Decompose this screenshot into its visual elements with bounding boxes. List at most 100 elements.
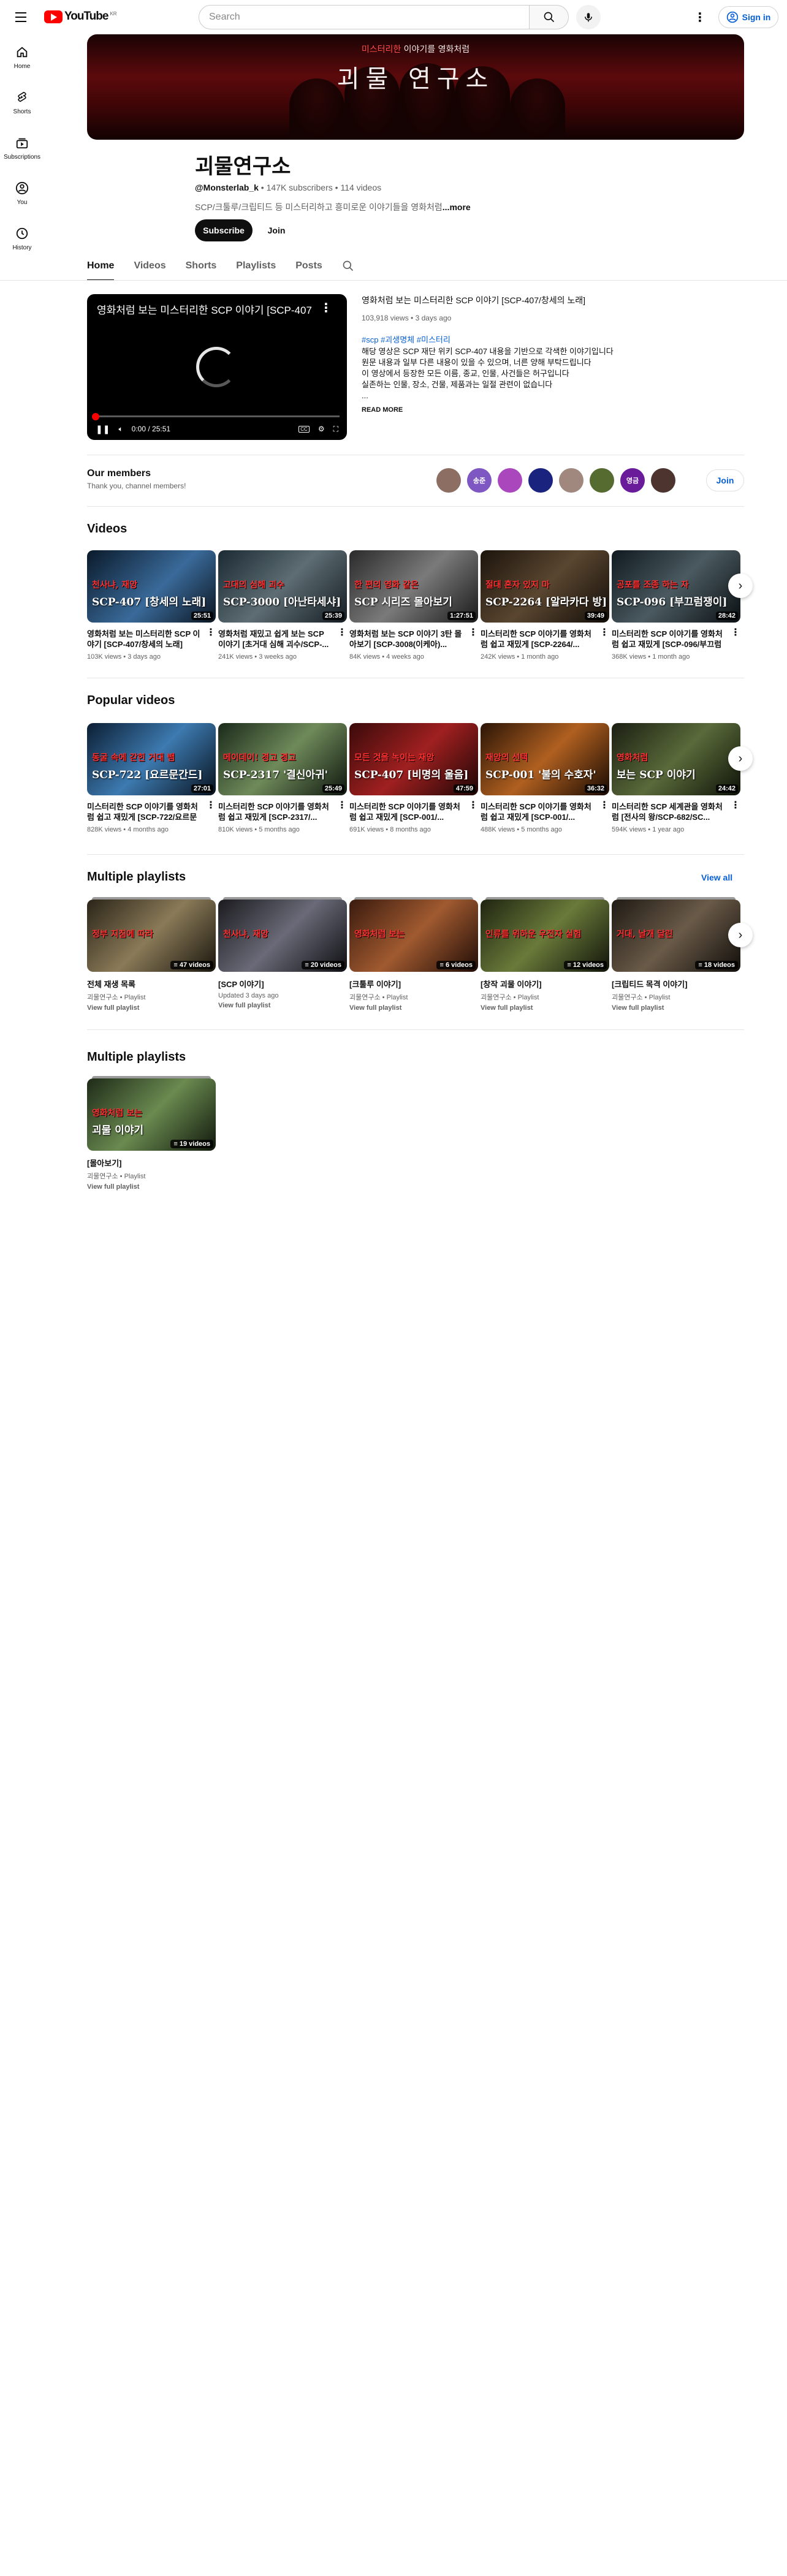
progress-bar[interactable]: [94, 415, 340, 417]
volume-icon[interactable]: 🔈︎: [118, 425, 123, 434]
video-thumbnail[interactable]: 모든 것을 녹이는 재앙 SCP-407 [비명의 울음] 47:59: [349, 723, 478, 795]
playlist-title[interactable]: 전체 재생 목록: [87, 978, 216, 990]
pause-icon[interactable]: ❚❚: [96, 424, 110, 434]
video-card[interactable]: 메이데이! 경고 경고 SCP-2317 '결신아귀' 25:49 미스터리한 SCP…: [218, 723, 347, 833]
member-avatar[interactable]: [436, 468, 461, 493]
tab-videos[interactable]: Videos: [134, 251, 165, 281]
video-thumbnail[interactable]: 절대 혼자 있지 마 SCP-2264 [알라카다 방] 39:49: [481, 550, 609, 623]
search-button[interactable]: [530, 5, 569, 29]
youtube-logo[interactable]: YouTube KR: [44, 10, 117, 23]
video-card[interactable]: 동굴 속에 갇힌 거대 뱀 SCP-722 [요르문간드] 27:01 미스터리한 S…: [87, 723, 216, 833]
next-arrow-icon[interactable]: ›: [728, 923, 753, 947]
video-title[interactable]: 미스터리한 SCP 이야기를 영화처럼 쉽고 재밌게 [SCP-001/...: [349, 801, 465, 822]
video-card[interactable]: 모든 것을 녹이는 재앙 SCP-407 [비명의 울음] 47:59 미스터리한 S…: [349, 723, 478, 833]
video-title[interactable]: 미스터리한 SCP 이야기를 영화처럼 쉽고 재밌게 [SCP-2317/...: [218, 801, 333, 822]
sign-in-button[interactable]: Sign in: [718, 6, 778, 28]
captions-icon[interactable]: CC: [298, 425, 310, 433]
settings-menu-button[interactable]: ⋮: [690, 7, 710, 27]
scrubber-handle[interactable]: [92, 413, 99, 420]
more-options-icon[interactable]: ⋮: [468, 799, 478, 811]
video-title[interactable]: 영화처럼 보는 SCP 이야기 3탄 몰아보기 [SCP-3008(이케아)..…: [349, 629, 465, 650]
menu-icon[interactable]: [12, 9, 29, 26]
playlist-thumbnail[interactable]: 천사냐, 재앙 ≡ 20 videos: [218, 897, 347, 972]
member-avatar[interactable]: [528, 468, 553, 493]
video-title[interactable]: 미스터리한 SCP 이야기를 영화처럼 쉽고 재밌게 [SCP-001/...: [481, 801, 596, 822]
video-thumbnail[interactable]: 메이데이! 경고 경고 SCP-2317 '결신아귀' 25:49: [218, 723, 347, 795]
guide-item-shorts[interactable]: Shorts: [0, 80, 44, 125]
join-button[interactable]: Join: [257, 219, 295, 241]
tab-posts[interactable]: Posts: [295, 251, 322, 281]
popular-shelf-title[interactable]: Popular videos: [87, 694, 175, 708]
video-thumbnail[interactable]: 재앙의 선택 SCP-001 '불의 수호자' 36:32: [481, 723, 609, 795]
more-options-icon[interactable]: ⋮: [337, 626, 347, 638]
member-avatar[interactable]: 송준: [467, 468, 492, 493]
playlist-title[interactable]: [크툴루 이야기]: [349, 978, 478, 990]
player-title[interactable]: 영화처럼 보는 미스터리한 SCP 이야기 [SCP-407/창세의 노래]: [97, 301, 311, 317]
more-options-icon[interactable]: ⋮: [599, 799, 609, 811]
view-full-playlist-link[interactable]: View full playlist: [218, 1002, 347, 1009]
channel-description[interactable]: SCP/크툴루/크립티드 등 미스터리하고 흥미로운 이야기들을 영화처럼...…: [195, 201, 471, 213]
member-avatar[interactable]: [559, 468, 584, 493]
view-full-playlist-link[interactable]: View full playlist: [87, 1183, 216, 1191]
fullscreen-icon[interactable]: ⛶: [333, 425, 338, 434]
member-avatar[interactable]: 영금: [620, 468, 645, 493]
playlist-card[interactable]: 인류를 위하운 우전자 실험 ≡ 12 videos [창작 괴물 이야기] 괴물연구…: [481, 897, 609, 1012]
member-avatar[interactable]: [590, 468, 614, 493]
more-options-icon[interactable]: ⋮: [468, 626, 478, 638]
video-title[interactable]: 미스터리한 SCP 이야기를 영화처럼 쉽고 재밌게 [SCP-096/부끄럼쟁…: [612, 629, 727, 650]
next-arrow-icon[interactable]: ›: [728, 574, 753, 598]
search-input[interactable]: Search: [199, 5, 530, 29]
playlist-card[interactable]: 거대, 날개 달린 ≡ 18 videos [크립티드 목격 이야기] 괴물연구소 •…: [612, 897, 740, 1012]
more-options-icon[interactable]: ⋮: [731, 626, 740, 638]
playlist-title[interactable]: [SCP 이야기]: [218, 978, 347, 990]
voice-search-button[interactable]: [576, 5, 601, 29]
guide-item-home[interactable]: Home: [0, 34, 44, 80]
video-card[interactable]: 한 편의 영화 같은 SCP 시리즈 몰아보기 1:27:51 영화처럼 보는 SCP…: [349, 550, 478, 661]
view-all-link[interactable]: View all: [701, 873, 732, 882]
player-more-icon[interactable]: ⋮: [320, 300, 332, 316]
video-title[interactable]: 영화처럼 보는 미스터리한 SCP 이야기 [SCP-407/창세의 노래]: [87, 629, 202, 650]
view-full-playlist-link[interactable]: View full playlist: [349, 1004, 478, 1012]
more-options-icon[interactable]: ⋮: [731, 799, 740, 811]
read-more-link[interactable]: READ MORE: [362, 406, 619, 414]
playlist-card[interactable]: 영화처럼 보는 괴물 이야기 ≡ 19 videos [몰아보기] 괴물연구소 • Pl…: [87, 1076, 216, 1191]
channel-search-icon[interactable]: [342, 251, 354, 281]
video-thumbnail[interactable]: 천사냐, 재앙 SCP-407 [창세의 노래] 25:51: [87, 550, 216, 623]
members-join-button[interactable]: Join: [706, 469, 744, 491]
video-title[interactable]: 미스터리한 SCP 세계관을 영화처럼 [전사의 왕/SCP-682/SC...: [612, 801, 727, 822]
view-full-playlist-link[interactable]: View full playlist: [481, 1004, 609, 1012]
tab-home[interactable]: Home: [87, 251, 115, 281]
featured-title[interactable]: 영화처럼 보는 미스터리한 SCP 이야기 [SCP-407/창세의 노래]: [362, 294, 619, 306]
video-card[interactable]: 절대 혼자 있지 마 SCP-2264 [알라카다 방] 39:49 미스터리한 SC…: [481, 550, 609, 661]
guide-item-you[interactable]: You: [0, 170, 44, 216]
guide-item-history[interactable]: History: [0, 216, 44, 261]
playlist-title[interactable]: [창작 괴물 이야기]: [481, 978, 609, 990]
video-title[interactable]: 미스터리한 SCP 이야기를 영화처럼 쉽고 재밌게 [SCP-2264/...: [481, 629, 596, 650]
playlist-title[interactable]: [크립티드 목격 이야기]: [612, 978, 740, 990]
video-card[interactable]: 공포를 조종 하는 자 SCP-096 [부끄럼쟁이] 28:42 미스터리한 SCP…: [612, 550, 740, 661]
view-full-playlist-link[interactable]: View full playlist: [87, 1004, 216, 1012]
tab-playlists[interactable]: Playlists: [236, 251, 276, 281]
playlist-card[interactable]: 영화처럼 보는 ≡ 6 videos [크툴루 이야기] 괴물연구소 • Playli…: [349, 897, 478, 1012]
playlist-thumbnail[interactable]: 인류를 위하운 우전자 실험 ≡ 12 videos: [481, 897, 609, 972]
playlist-title[interactable]: [몰아보기]: [87, 1157, 216, 1169]
video-card[interactable]: 고대의 심해 괴수 SCP-3000 [아난타세샤] 25:39 영화처럼 재밌고 쉽…: [218, 550, 347, 661]
member-avatar[interactable]: [651, 468, 675, 493]
tab-shorts[interactable]: Shorts: [186, 251, 217, 281]
video-card[interactable]: 영화처럼 보는 SCP 이야기 24:42 미스터리한 SCP 세계관을 영화처럼 […: [612, 723, 740, 833]
next-arrow-icon[interactable]: ›: [728, 746, 753, 771]
video-card[interactable]: 천사냐, 재앙 SCP-407 [창세의 노래] 25:51 영화처럼 보는 미스터리…: [87, 550, 216, 661]
more-options-icon[interactable]: ⋮: [206, 799, 216, 811]
video-thumbnail[interactable]: 영화처럼 보는 SCP 이야기 24:42: [612, 723, 740, 795]
subscribe-button[interactable]: Subscribe: [195, 219, 253, 241]
featured-video-player[interactable]: 영화처럼 보는 미스터리한 SCP 이야기 [SCP-407/창세의 노래] ⋮…: [87, 294, 347, 440]
video-thumbnail[interactable]: 한 편의 영화 같은 SCP 시리즈 몰아보기 1:27:51: [349, 550, 478, 623]
playlist-thumbnail[interactable]: 영화처럼 보는 ≡ 6 videos: [349, 897, 478, 972]
video-card[interactable]: 재앙의 선택 SCP-001 '불의 수호자' 36:32 미스터리한 SCP 이야기…: [481, 723, 609, 833]
playlist-thumbnail[interactable]: 거대, 날개 달린 ≡ 18 videos: [612, 897, 740, 972]
playlist-card[interactable]: 정부 지침에 따라 ≡ 47 videos 전체 재생 목록 괴물연구소 • Play…: [87, 897, 216, 1012]
playlist-thumbnail[interactable]: 정부 지침에 따라 ≡ 47 videos: [87, 897, 216, 972]
featured-hashtags[interactable]: #scp #괴생명체 #미스터리: [362, 333, 619, 345]
videos-shelf-title[interactable]: Videos: [87, 522, 127, 536]
more-options-icon[interactable]: ⋮: [337, 799, 347, 811]
